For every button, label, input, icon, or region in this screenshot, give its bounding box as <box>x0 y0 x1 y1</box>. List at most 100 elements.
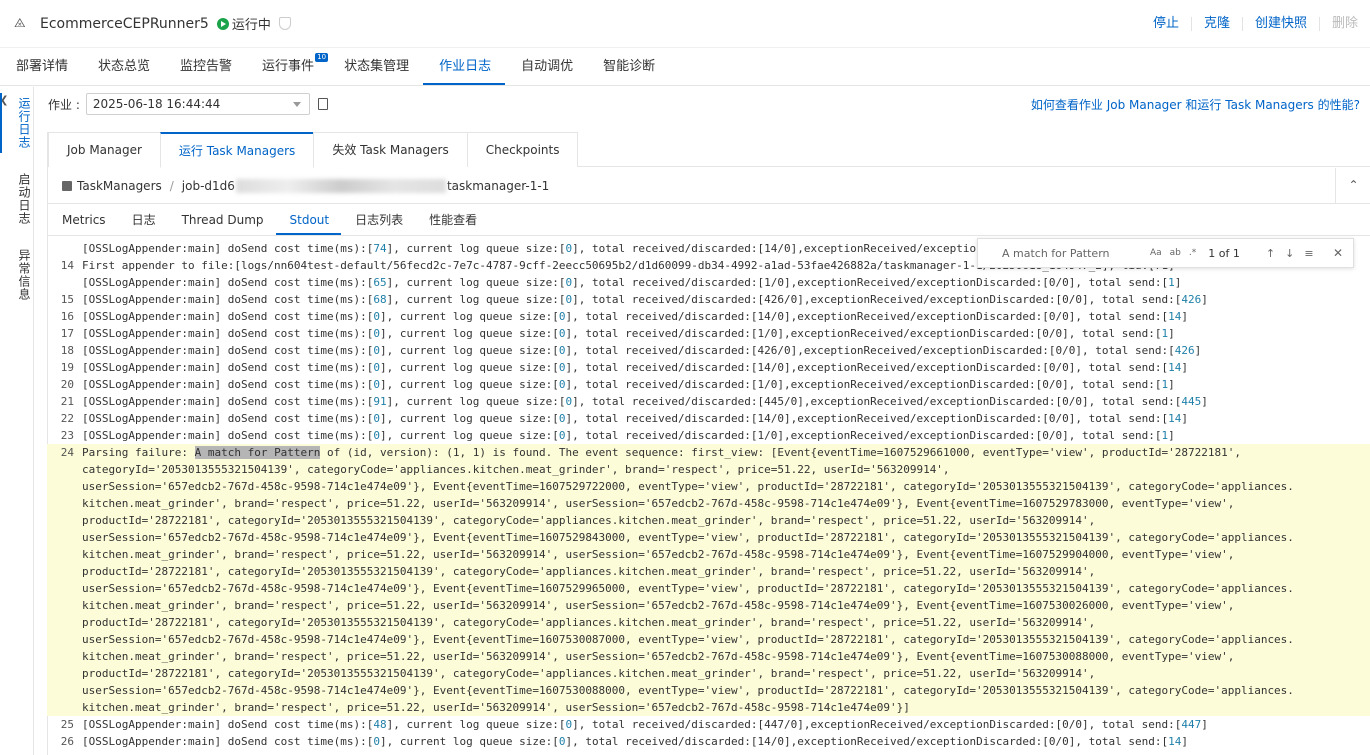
log-value: 447 <box>1181 718 1202 731</box>
arrow-down-icon[interactable]: ↓ <box>1285 247 1294 260</box>
taskmanager-detail-tabs: Metrics 日志 Thread Dump Stdout 日志列表 性能查看 <box>48 204 1370 236</box>
log-text: [OSSLogAppender:main] doSend cost time(m… <box>82 344 1202 357</box>
tab-deployment-details[interactable]: 部署详情 <box>0 48 82 85</box>
regex-icon[interactable]: .* <box>1189 248 1196 258</box>
log-line: 19 [OSSLogAppender:main] doSend cost time… <box>47 359 1370 376</box>
tab-state-management[interactable]: 状态集管理 <box>328 48 423 85</box>
line-number: 24 <box>60 446 74 459</box>
breadcrumb-separator: / <box>169 178 174 193</box>
line-number: 17 <box>60 327 74 340</box>
find-in-selection-icon[interactable]: ≡ <box>1304 247 1313 260</box>
tab-auto-tuning[interactable]: 自动调优 <box>505 48 587 85</box>
tab-runtime-events[interactable]: 运行事件 10 <box>246 48 329 85</box>
job-label: 作业 : <box>48 97 80 112</box>
line-number: 19 <box>60 361 74 374</box>
tab-stdout[interactable]: Stdout <box>275 204 342 235</box>
find-input[interactable]: A match for Pattern <box>1002 247 1142 260</box>
stdout-log-viewer[interactable]: [OSSLogAppender:main] doSend cost time(m… <box>47 240 1370 755</box>
tab-label: 状态集管理 <box>344 59 410 74</box>
breadcrumb-job-prefix: job-d1d6 <box>181 178 235 193</box>
log-value: 426 <box>1174 344 1195 357</box>
log-value: 14 <box>1168 310 1182 323</box>
log-line: 16 [OSSLogAppender:main] doSend cost time… <box>47 308 1370 325</box>
sidebar-item-startup-logs[interactable]: 启动日志 <box>0 169 33 229</box>
match-case-icon[interactable]: Aa <box>1150 248 1162 258</box>
log-text: [OSSLogAppender:main] doSend cost time(m… <box>82 735 1188 748</box>
log-text: [OSSLogAppender:main] doSend cost time(m… <box>82 395 1208 408</box>
log-line: [OSSLogAppender:main] doSend cost time(m… <box>47 274 1370 291</box>
job-run-select[interactable]: 2025-06-18 16:44:44 <box>85 93 310 115</box>
log-value: 1 <box>1168 276 1175 289</box>
match-count: 1 of 1 <box>1208 246 1240 260</box>
sidebar-item-exceptions[interactable]: 异常信息 <box>0 245 33 305</box>
copy-icon[interactable] <box>317 98 328 110</box>
log-value: 0 <box>373 327 381 340</box>
whole-word-icon[interactable]: ab <box>1170 248 1181 258</box>
log-value: 68 <box>373 293 387 306</box>
clone-button[interactable]: 克隆 <box>1192 17 1243 31</box>
line-number: 16 <box>60 310 74 323</box>
log-text: [OSSLogAppender:main] doSend cost time(m… <box>82 310 1188 323</box>
tab-label: 智能诊断 <box>603 59 656 74</box>
log-value: 0 <box>565 276 573 289</box>
close-icon[interactable]: ✕ <box>1333 246 1343 260</box>
log-value: 0 <box>565 293 573 306</box>
log-text: [OSSLogAppender:main] doSend cost time(m… <box>82 718 1208 731</box>
log-value: 14 <box>1168 735 1182 748</box>
tab-smart-diagnosis[interactable]: 智能诊断 <box>587 48 669 85</box>
chevron-up-icon[interactable]: ⌃ <box>1335 168 1370 203</box>
tab-failed-task-managers[interactable]: 失效 Task Managers <box>313 132 468 167</box>
line-number: 26 <box>60 735 74 748</box>
log-value: 14 <box>1168 412 1182 425</box>
events-count-badge: 10 <box>315 53 329 62</box>
running-status-icon <box>216 17 229 30</box>
tab-monitoring-alerts[interactable]: 监控告警 <box>164 48 246 85</box>
log-text: [OSSLogAppender:main] doSend cost time(m… <box>82 293 1208 306</box>
log-value: 0 <box>558 412 566 425</box>
log-text: [OSSLogAppender:main] doSend cost time(m… <box>82 276 1182 289</box>
tab-logs[interactable]: 日志 <box>118 204 168 235</box>
log-value: 445 <box>1181 395 1202 408</box>
tab-thread-dump[interactable]: Thread Dump <box>168 204 276 235</box>
highlighted-log-line: 24 Parsing failure: A match for Pattern o… <box>47 444 1370 716</box>
arrow-up-icon[interactable]: ↑ <box>1266 247 1275 260</box>
breadcrumb-taskmanager: taskmanager-1-1 <box>446 178 550 193</box>
tab-label: 自动调优 <box>521 59 574 74</box>
back-icon[interactable] <box>62 180 72 191</box>
tab-status-overview[interactable]: 状态总览 <box>82 48 164 85</box>
line-number: 18 <box>60 344 74 357</box>
sidebar-item-runtime-logs[interactable]: 运行日志 <box>0 93 33 153</box>
log-value: 48 <box>373 718 387 731</box>
log-value: 0 <box>565 242 573 255</box>
delete-button[interactable]: 删除 <box>1320 17 1370 31</box>
tab-checkpoints[interactable]: Checkpoints <box>466 132 579 167</box>
stop-button[interactable]: 停止 <box>1141 17 1192 31</box>
line-number: 25 <box>60 718 74 731</box>
log-value: 0 <box>565 395 573 408</box>
log-text: Parsing failure: A match for Pattern of … <box>82 446 1294 714</box>
cluster-icon: ⨻ <box>14 15 26 31</box>
performance-help-link[interactable]: 如何查看作业 Job Manager 和运行 Task Managers 的性能… <box>1031 96 1360 113</box>
tab-metrics[interactable]: Metrics <box>48 204 118 235</box>
log-text: [OSSLogAppender:main] doSend cost time(m… <box>82 361 1188 374</box>
shield-icon <box>278 17 291 30</box>
log-value: 0 <box>558 429 566 442</box>
tab-running-task-managers[interactable]: 运行 Task Managers <box>159 132 315 168</box>
tab-label: 监控告警 <box>180 59 233 74</box>
log-line: 23 [OSSLogAppender:main] doSend cost time… <box>47 427 1370 444</box>
log-value: 0 <box>373 412 381 425</box>
tab-job-manager[interactable]: Job Manager <box>48 132 161 167</box>
tab-label: 作业日志 <box>439 59 492 74</box>
log-line: 15 [OSSLogAppender:main] doSend cost time… <box>47 291 1370 308</box>
tab-log-list[interactable]: 日志列表 <box>341 204 415 235</box>
line-number <box>47 240 82 257</box>
tab-job-logs[interactable]: 作业日志 <box>423 48 506 85</box>
log-value: 0 <box>373 310 381 323</box>
find-widget: A match for Pattern Aa ab .* 1 of 1 ↑ ↓ … <box>977 238 1354 268</box>
tab-performance[interactable]: 性能查看 <box>415 204 489 235</box>
log-value: 0 <box>565 718 573 731</box>
create-snapshot-button[interactable]: 创建快照 <box>1243 17 1320 31</box>
header-actions: 停止 克隆 创建快照 删除 <box>1141 0 1370 48</box>
breadcrumb-taskmanagers[interactable]: TaskManagers <box>77 179 162 193</box>
log-value: 0 <box>558 735 566 748</box>
